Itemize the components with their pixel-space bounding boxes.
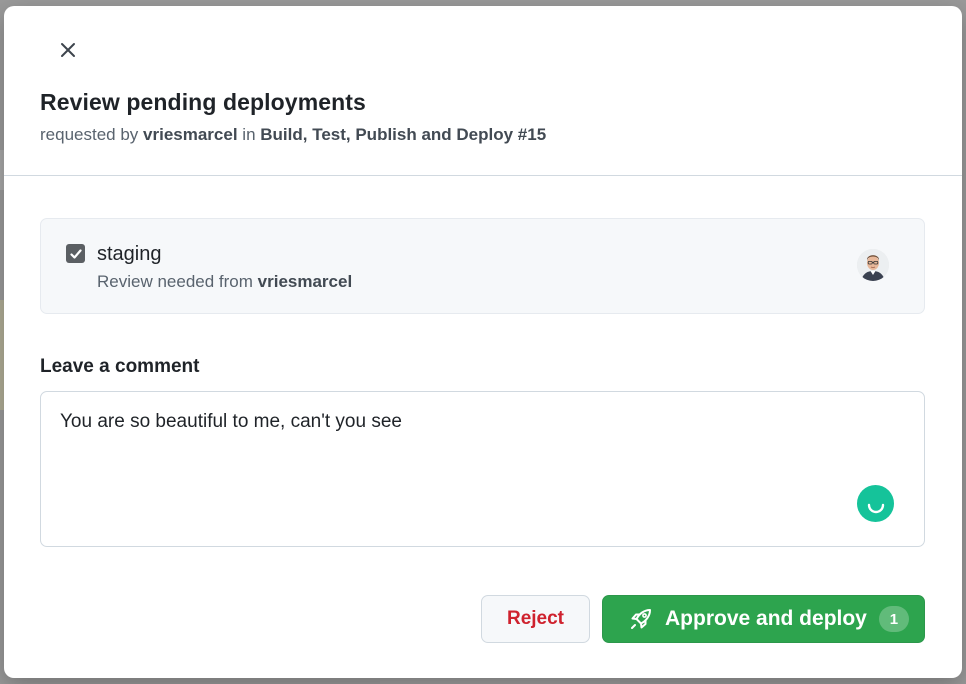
reject-button[interactable]: Reject xyxy=(481,595,590,643)
environment-item: staging Review needed from vriesmarcel xyxy=(40,218,925,314)
close-button[interactable] xyxy=(55,39,81,65)
close-icon xyxy=(59,41,77,64)
subtitle-prefix: requested by xyxy=(40,125,139,144)
review-prefix: Review needed from xyxy=(97,272,253,291)
subtitle-joiner: in xyxy=(242,125,256,144)
review-deployments-dialog: Review pending deployments requested by … xyxy=(4,6,962,678)
comment-textarea[interactable] xyxy=(40,391,925,547)
approve-label: Approve and deploy xyxy=(665,607,867,630)
dialog-subtitle: requested by vriesmarcel in Build, Test,… xyxy=(40,125,546,145)
reviewer-avatar[interactable] xyxy=(857,249,889,281)
approve-and-deploy-button[interactable]: Approve and deploy 1 xyxy=(602,595,925,643)
rocket-icon xyxy=(627,605,655,633)
dialog-title: Review pending deployments xyxy=(40,89,366,115)
approve-count-badge: 1 xyxy=(878,606,909,632)
header-divider xyxy=(4,175,962,176)
checkmark-icon xyxy=(69,248,82,259)
environment-checkbox[interactable] xyxy=(66,244,85,263)
requester-link[interactable]: vriesmarcel xyxy=(143,125,238,144)
workflow-run-link[interactable]: Build, Test, Publish and Deploy #15 xyxy=(260,125,546,144)
environment-reviewers: Review needed from vriesmarcel xyxy=(97,272,352,292)
grammarly-icon[interactable] xyxy=(857,485,894,522)
reviewer-name: vriesmarcel xyxy=(257,272,353,291)
comment-label: Leave a comment xyxy=(40,356,200,377)
environment-name: staging xyxy=(97,243,162,265)
